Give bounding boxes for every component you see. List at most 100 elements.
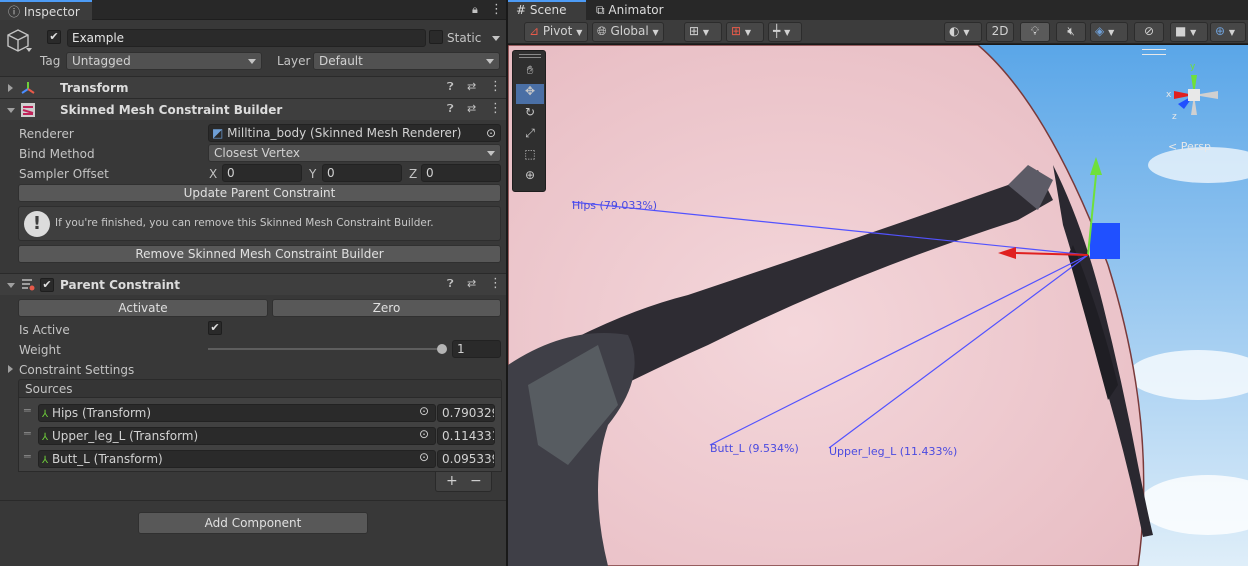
component-menu-icon[interactable]: ⋮	[489, 79, 502, 94]
is-active-label: Is Active	[19, 323, 70, 337]
source-transform-field[interactable]: ⅄ Upper_leg_L (Transform)	[38, 427, 436, 445]
gizmos-dropdown[interactable]: ⊕ ▼	[1210, 22, 1246, 42]
hidden-objects-toggle[interactable]: ⊘	[1134, 22, 1164, 42]
scene-viewport[interactable]: Hips (79.033%) Butt_L (9.534%) Upper_leg…	[508, 45, 1248, 566]
source-weight-field[interactable]: 0.114331	[437, 427, 495, 445]
draw-mode-dropdown[interactable]: ◐ ▼	[944, 22, 982, 42]
parent-constraint-foldout-arrow[interactable]	[7, 283, 15, 288]
move-handle-plane[interactable]	[1090, 223, 1120, 259]
object-picker-icon[interactable]: ⊙	[419, 404, 429, 418]
component-menu-icon[interactable]: ⋮	[489, 101, 502, 116]
gizmo-globe-icon: ⊕	[1215, 24, 1226, 38]
renderer-label: Renderer	[19, 127, 74, 141]
parent-constraint-header[interactable]: ✔ Parent Constraint ❓︎ ⇄ ⋮	[0, 273, 506, 295]
rect-tool-icon[interactable]: ⬚	[516, 147, 544, 167]
drag-handle-icon[interactable]: ═	[24, 450, 31, 463]
help-icon[interactable]: ❓︎	[447, 102, 454, 116]
sampler-y-field[interactable]: 0	[322, 164, 402, 182]
drag-handle-icon[interactable]: ═	[24, 427, 31, 440]
lighting-toggle[interactable]: 💡︎	[1020, 22, 1050, 42]
info-exclamation-icon: !	[24, 211, 50, 237]
tab-animator[interactable]: ⧉ Animator	[588, 0, 674, 20]
component-menu-icon[interactable]: ⋮	[489, 276, 502, 291]
scale-tool-icon[interactable]: ⤢	[516, 126, 544, 146]
smcb-foldout-arrow[interactable]	[7, 108, 15, 113]
lock-icon[interactable]: 🔒︎	[472, 3, 478, 17]
increment-snap-button[interactable]: ⊞ ▼	[726, 22, 764, 42]
sampler-x-field[interactable]: 0	[222, 164, 302, 182]
add-source-button[interactable]: +	[446, 473, 458, 489]
palette-grip[interactable]	[519, 54, 541, 58]
hand-tool-icon[interactable]: ✋︎	[516, 63, 544, 83]
source-transform-field[interactable]: ⅄ Hips (Transform)	[38, 404, 436, 422]
transform-tool-icon[interactable]: ⊕	[516, 168, 544, 188]
object-picker-icon[interactable]: ⊙	[486, 126, 496, 140]
sampler-z-field[interactable]: 0	[421, 164, 501, 182]
pivot-dropdown[interactable]: ⊿ Pivot ▼	[524, 22, 588, 42]
list-item[interactable]: ═ ⅄ Hips (Transform) ⊙ 0.790329	[18, 402, 502, 424]
scene-render[interactable]: Hips (79.033%) Butt_L (9.534%) Upper_leg…	[508, 45, 1248, 566]
update-parent-constraint-button[interactable]: Update Parent Constraint	[18, 184, 501, 202]
constraint-settings-foldout-arrow[interactable]	[8, 365, 13, 373]
source-weight-field[interactable]: 0.095339	[437, 450, 495, 468]
presets-icon[interactable]: ⇄	[467, 102, 476, 115]
icon-dropdown-caret[interactable]	[26, 48, 32, 52]
weight-slider-thumb[interactable]	[437, 344, 447, 354]
svg-text:z: z	[1172, 112, 1177, 122]
orientation-gizmo[interactable]: y x z	[1158, 57, 1238, 137]
remove-smcb-button[interactable]: Remove Skinned Mesh Constraint Builder	[18, 245, 501, 263]
parent-constraint-enabled-checkbox[interactable]: ✔	[40, 278, 54, 292]
rotate-tool-icon[interactable]: ↻	[516, 105, 544, 125]
audio-toggle[interactable]: 🔇︎	[1056, 22, 1086, 42]
transform-header[interactable]: Transform ❓︎ ⇄ ⋮	[0, 76, 506, 98]
add-component-button[interactable]: Add Component	[138, 512, 368, 534]
bind-method-dropdown[interactable]: Closest Vertex	[208, 144, 501, 162]
layer-dropdown[interactable]: Default	[313, 52, 500, 70]
snap-grid-button[interactable]: ⊞ ▼	[684, 22, 722, 42]
transform-icon	[20, 80, 36, 99]
constraint-settings-label[interactable]: Constraint Settings	[19, 363, 134, 377]
globe-icon: 🌐︎	[597, 24, 607, 38]
source-transform-field[interactable]: ⅄ Butt_L (Transform)	[38, 450, 436, 468]
list-item[interactable]: ═ ⅄ Upper_leg_L (Transform) ⊙ 0.114331	[18, 425, 502, 447]
drag-handle-icon[interactable]: ═	[24, 404, 31, 417]
help-icon[interactable]: ❓︎	[447, 277, 454, 291]
transform-icon: ⅄	[42, 409, 49, 420]
weight-slider-track[interactable]	[208, 348, 442, 350]
object-name-field[interactable]: Example	[67, 29, 426, 47]
svg-text:y: y	[1190, 62, 1196, 72]
global-dropdown[interactable]: 🌐︎ Global ▼	[592, 22, 664, 42]
is-active-checkbox[interactable]: ✔	[208, 321, 222, 335]
tab-inspector[interactable]: ⓘ Inspector	[0, 0, 92, 20]
presets-icon[interactable]: ⇄	[467, 80, 476, 93]
gizmo-grip[interactable]	[1142, 49, 1166, 55]
help-box: ! If you're finished, you can remove thi…	[18, 206, 501, 241]
zero-button[interactable]: Zero	[272, 299, 501, 317]
presets-icon[interactable]: ⇄	[467, 277, 476, 290]
weight-field[interactable]: 1	[452, 340, 501, 358]
list-item[interactable]: ═ ⅄ Butt_L (Transform) ⊙ 0.095339	[18, 448, 502, 470]
activate-button[interactable]: Activate	[18, 299, 268, 317]
remove-source-button[interactable]: −	[470, 473, 482, 489]
move-tool-icon[interactable]: ✥	[516, 84, 544, 104]
tab-scene[interactable]: # Scene	[508, 0, 586, 20]
active-checkbox[interactable]: ✔	[47, 30, 61, 44]
persp-label[interactable]: < Persp	[1168, 140, 1211, 153]
source-weight-field[interactable]: 0.790329	[437, 404, 495, 422]
static-checkbox[interactable]	[429, 30, 443, 44]
eye-slash-icon: ⊘	[1143, 24, 1155, 38]
help-icon[interactable]: ❓︎	[447, 80, 454, 94]
bone-label-hips: Hips (79.033%)	[572, 199, 657, 212]
tag-dropdown[interactable]: Untagged	[66, 52, 262, 70]
2d-toggle[interactable]: 2D	[986, 22, 1014, 42]
camera-dropdown[interactable]: ■ ▼	[1170, 22, 1208, 42]
effects-dropdown[interactable]: ◈ ▼	[1090, 22, 1128, 42]
smcb-header[interactable]: Skinned Mesh Constraint Builder ❓︎ ⇄ ⋮	[0, 98, 506, 120]
ruler-button[interactable]: ┿ ▼	[768, 22, 802, 42]
object-picker-icon[interactable]: ⊙	[419, 450, 429, 464]
renderer-object-field[interactable]: ◩ Milltina_body (Skinned Mesh Renderer) …	[208, 124, 501, 142]
transform-foldout-arrow[interactable]	[8, 84, 13, 92]
object-picker-icon[interactable]: ⊙	[419, 427, 429, 441]
kebab-menu-icon[interactable]: ⋮	[490, 2, 503, 17]
static-dropdown-caret[interactable]	[492, 36, 500, 41]
